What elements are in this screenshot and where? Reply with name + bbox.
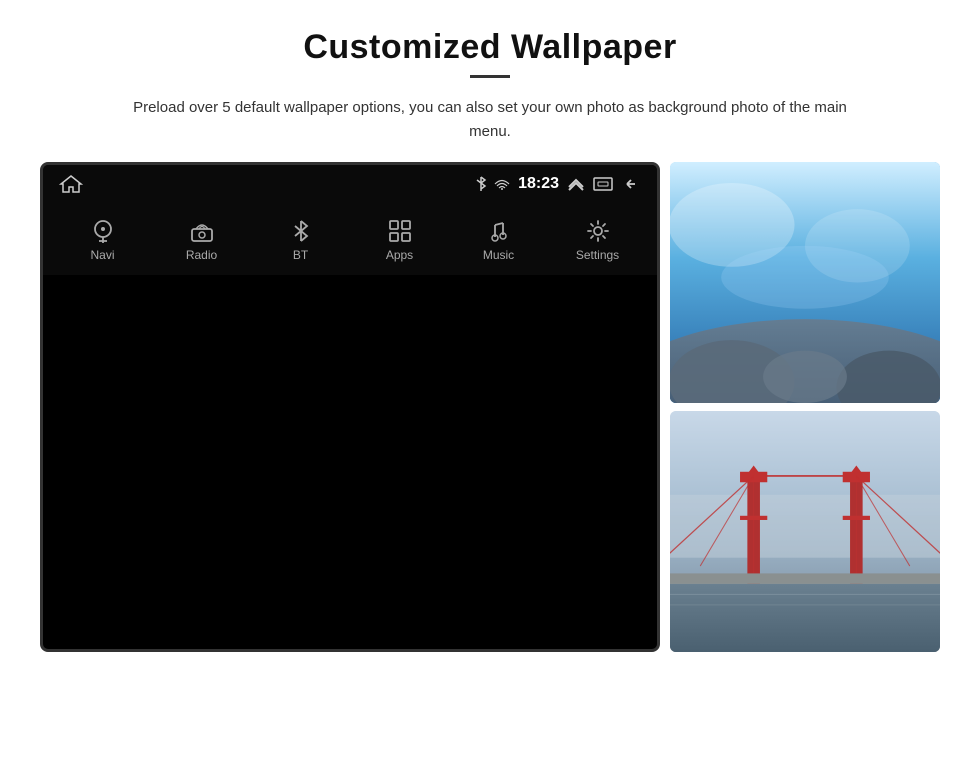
content-area: 18:23 xyxy=(40,162,940,652)
window-icon xyxy=(593,177,613,191)
home-icon xyxy=(59,174,83,194)
nav-item-music[interactable]: Music xyxy=(464,217,534,262)
time-display: 18:23 xyxy=(518,175,559,193)
bluetooth-status-icon xyxy=(474,175,488,193)
status-left xyxy=(59,174,83,194)
status-right: 18:23 xyxy=(474,175,641,193)
subtitle: Preload over 5 default wallpaper options… xyxy=(130,96,850,144)
nav-item-radio[interactable]: Radio xyxy=(167,217,237,262)
bt-nav-icon xyxy=(287,217,315,245)
wallpaper-thumb-bridge[interactable] xyxy=(670,411,940,652)
chevron-up-icon xyxy=(567,177,585,191)
apps-label: Apps xyxy=(386,248,413,262)
title-section: Customized Wallpaper xyxy=(303,28,676,86)
settings-label: Settings xyxy=(576,248,619,262)
settings-icon xyxy=(584,217,612,245)
navi-label: Navi xyxy=(90,248,114,262)
status-icons xyxy=(474,175,510,193)
music-icon xyxy=(485,217,513,245)
music-label: Music xyxy=(483,248,514,262)
title-divider xyxy=(470,75,510,78)
bridge-svg xyxy=(670,411,940,652)
page-title: Customized Wallpaper xyxy=(303,28,676,67)
stereo-screenshot: 18:23 xyxy=(40,162,660,652)
page-container: Customized Wallpaper Preload over 5 defa… xyxy=(0,0,980,758)
nav-item-apps[interactable]: Apps xyxy=(365,217,435,262)
navi-icon xyxy=(89,217,117,245)
bottom-nav: Navi Radio BT xyxy=(43,203,657,275)
ice-svg xyxy=(670,162,940,403)
wallpaper-thumb-ice[interactable] xyxy=(670,162,940,403)
nav-item-settings[interactable]: Settings xyxy=(563,217,633,262)
nav-item-navi[interactable]: Navi xyxy=(68,217,138,262)
bt-label: BT xyxy=(293,248,308,262)
back-arrow-icon xyxy=(621,177,641,191)
status-bar: 18:23 xyxy=(43,165,657,203)
radio-label: Radio xyxy=(186,248,217,262)
signal-icon xyxy=(494,178,510,190)
apps-icon xyxy=(386,217,414,245)
radio-icon xyxy=(188,217,216,245)
nav-item-bt[interactable]: BT xyxy=(266,217,336,262)
wallpaper-thumbs xyxy=(670,162,940,652)
